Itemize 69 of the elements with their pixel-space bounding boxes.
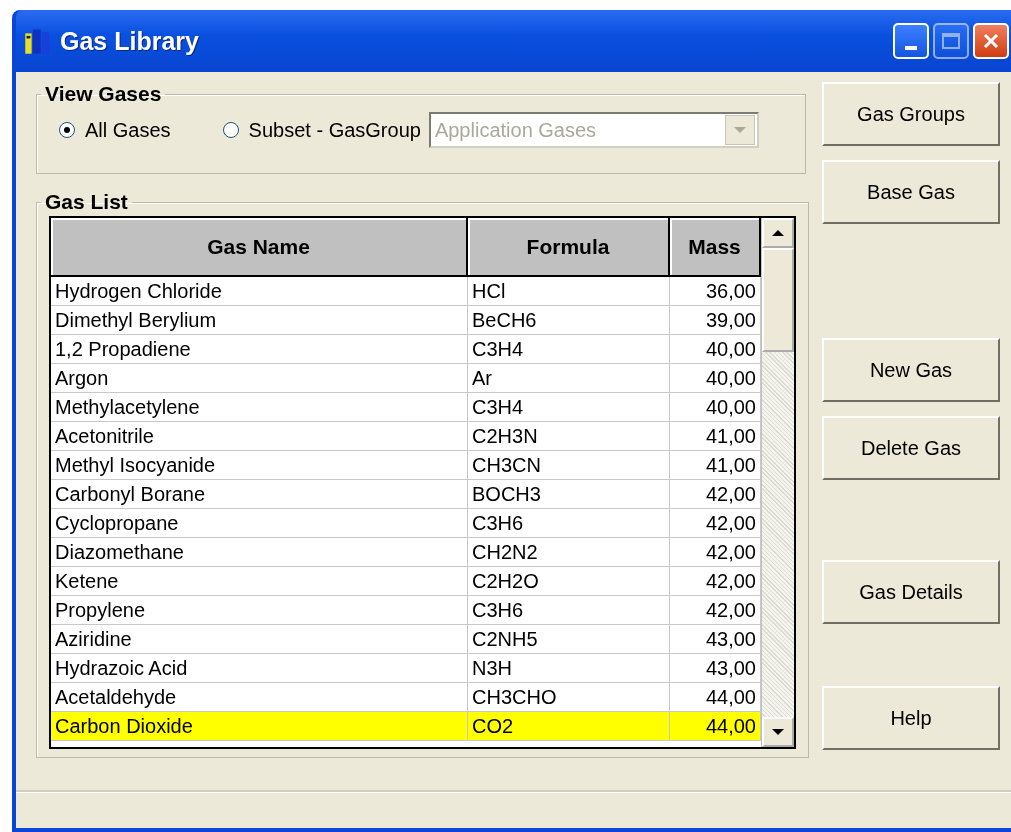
table-cell: BeCH6	[468, 306, 670, 334]
table-cell: Hydrogen Chloride	[51, 277, 468, 305]
action-button[interactable]: Delete Gas	[822, 416, 1000, 480]
column-header[interactable]: Gas Name	[51, 218, 468, 275]
table-cell: Acetaldehyde	[51, 683, 468, 711]
action-button[interactable]: Gas Groups	[822, 82, 1000, 146]
table-cell: CH3CHO	[468, 683, 670, 711]
table-cell: C2H2O	[468, 567, 670, 595]
scroll-thumb[interactable]	[762, 248, 794, 352]
table-row[interactable]: Carbonyl Borane BOCH3 42,00	[51, 480, 761, 509]
action-button[interactable]: New Gas	[822, 338, 1000, 402]
books-icon	[24, 27, 52, 55]
group-title: Gas List	[44, 190, 129, 214]
table-cell: Cyclopropane	[51, 509, 468, 537]
table-cell: Methylacetylene	[51, 393, 468, 421]
table-cell: Propylene	[51, 596, 468, 624]
table-row[interactable]: Methyl Isocyanide CH3CN 41,00	[51, 451, 761, 480]
action-button[interactable]: Help	[822, 686, 1000, 750]
table-cell: 1,2 Propadiene	[51, 335, 468, 363]
table-cell: Aziridine	[51, 625, 468, 653]
table-row[interactable]: Aziridine C2NH5 43,00	[51, 625, 761, 654]
maximize-button[interactable]	[933, 23, 969, 59]
table-row[interactable]: Hydrazoic Acid N3H 43,00	[51, 654, 761, 683]
column-header[interactable]: Formula	[468, 218, 670, 275]
scroll-down-button[interactable]	[762, 717, 794, 747]
table-cell: CO2	[468, 712, 670, 740]
table-row[interactable]: 1,2 Propadiene C3H4 40,00	[51, 335, 761, 364]
scrollbar[interactable]	[761, 218, 794, 747]
window-title: Gas Library	[60, 26, 200, 56]
group-title: View Gases	[44, 82, 163, 106]
scroll-up-button[interactable]	[762, 218, 794, 248]
table-cell: Ketene	[51, 567, 468, 595]
table-row[interactable]: Argon Ar 40,00	[51, 364, 761, 393]
action-button[interactable]: Gas Details	[822, 560, 1000, 624]
radio-option[interactable]: All Gases	[59, 118, 171, 142]
table-cell: Carbonyl Borane	[51, 480, 468, 508]
table-cell: Acetonitrile	[51, 422, 468, 450]
table-cell: Carbon Dioxide	[51, 712, 468, 740]
table-row[interactable]: Propylene C3H6 42,00	[51, 596, 761, 625]
close-button[interactable]	[973, 23, 1009, 59]
radio-option[interactable]: Subset - GasGroup	[222, 118, 421, 142]
table-cell: N3H	[468, 654, 670, 682]
table-cell: C3H4	[468, 335, 670, 363]
table-row[interactable]: Carbon Dioxide CO2 44,00	[51, 712, 761, 741]
table-cell: BOCH3	[468, 480, 670, 508]
table-row[interactable]: Methylacetylene C3H4 40,00	[51, 393, 761, 422]
table-cell: Dimethyl Berylium	[51, 306, 468, 334]
table-row[interactable]: Diazomethane CH2N2 42,00	[51, 538, 761, 567]
table-cell: CH2N2	[468, 538, 670, 566]
table-cell: CH3CN	[468, 451, 670, 479]
table-cell: Ar	[468, 364, 670, 392]
table-row[interactable]: Acetonitrile C2H3N 41,00	[51, 422, 761, 451]
table-row[interactable]: Ketene C2H2O 42,00	[51, 567, 761, 596]
table-cell: Argon	[51, 364, 468, 392]
table-cell: C2H3N	[468, 422, 670, 450]
table-row[interactable]: Hydrogen Chloride HCl 36,00	[51, 277, 761, 306]
table-cell: C3H6	[468, 509, 670, 537]
table-cell: C3H4	[468, 393, 670, 421]
table-cell: Diazomethane	[51, 538, 468, 566]
table-cell: C2NH5	[468, 625, 670, 653]
table-cell: HCl	[468, 277, 670, 305]
table-cell: C3H6	[468, 596, 670, 624]
action-button[interactable]: Base Gas	[822, 160, 1000, 224]
table-cell: Methyl Isocyanide	[51, 451, 468, 479]
close-icon	[981, 31, 1001, 51]
minimize-button[interactable]	[893, 23, 929, 59]
table-row[interactable]: Cyclopropane C3H6 42,00	[51, 509, 761, 538]
table-row[interactable]: Dimethyl Berylium BeCH6 39,00	[51, 306, 761, 335]
table-cell: Hydrazoic Acid	[51, 654, 468, 682]
